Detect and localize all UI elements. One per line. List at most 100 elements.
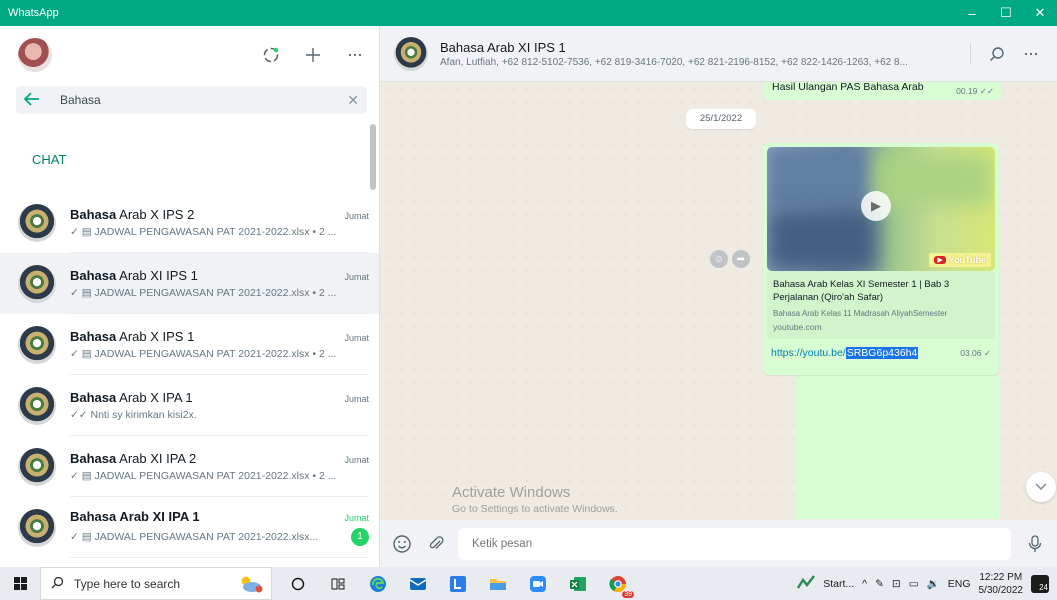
- youtube-logo: ▶ YouTube: [929, 253, 991, 267]
- chat-list-item[interactable]: Bahasa Arab XI IPA 2 Jumat ✓ ▤ JADWAL PENG…: [0, 436, 379, 497]
- group-avatar[interactable]: [394, 36, 428, 71]
- close-window-button[interactable]: ✕: [1023, 0, 1057, 26]
- chat-list-item[interactable]: Bahasa Arab XI IPS 1 Jumat ✓ ▤ JADWAL PENG…: [0, 253, 379, 314]
- chat-avatar[interactable]: [18, 508, 56, 547]
- chat-avatar[interactable]: [18, 203, 56, 242]
- maximize-button[interactable]: ☐: [989, 0, 1023, 26]
- search-icon[interactable]: [985, 42, 1009, 66]
- launcher-icon[interactable]: [444, 571, 472, 597]
- chat-name: Bahasa Arab X IPA 1: [70, 389, 193, 405]
- clock[interactable]: 12:22 PM 5/30/2022: [979, 571, 1024, 597]
- my-avatar[interactable]: [18, 38, 52, 72]
- file-explorer-icon[interactable]: [484, 571, 512, 597]
- chat-avatar[interactable]: [18, 447, 56, 486]
- status-icon[interactable]: [259, 43, 283, 67]
- excel-icon[interactable]: [564, 571, 592, 597]
- search-input[interactable]: [60, 93, 348, 107]
- clock-time: 12:22 PM: [979, 571, 1023, 583]
- chat-name: Bahasa Arab X IPS 1: [70, 328, 195, 344]
- taskbar-search-icon: [51, 576, 64, 592]
- sidebar-scrollbar[interactable]: [370, 124, 376, 190]
- chat-list-item[interactable]: Bahasa Arab X IPS 1 Jumat ✓ ▤ JADWAL PENGA…: [0, 314, 379, 375]
- taskbar-pinned-app-label[interactable]: Start...: [823, 578, 854, 590]
- sidebar: ✕ CHAT Bahasa Arab X IPS 2 Jumat ✓ ▤ JADWA…: [0, 26, 380, 567]
- video-thumbnail[interactable]: ▶ ▶ YouTube: [767, 147, 995, 271]
- tray-chevron-icon[interactable]: ^: [862, 578, 867, 590]
- attach-icon[interactable]: [424, 532, 448, 556]
- chat-list-item[interactable]: Bahasa Arab X IPA 1 Jumat ✓✓ Nnti sy kirim…: [0, 375, 379, 436]
- chat-avatar[interactable]: [18, 325, 56, 364]
- mail-icon[interactable]: [404, 571, 432, 597]
- mic-icon[interactable]: [1023, 532, 1047, 556]
- clear-icon[interactable]: ✕: [347, 92, 359, 109]
- weather-icon[interactable]: [237, 574, 263, 594]
- group-members: Afan, Lutfiah, +62 812-5102-7536, +62 81…: [440, 56, 908, 68]
- activate-windows-watermark: Activate Windows Go to Settings to activ…: [452, 484, 618, 515]
- network-icon[interactable]: ⊡: [892, 578, 901, 590]
- conversation-header[interactable]: Bahasa Arab XI IPS 1 Afan, Lutfiah, +62 …: [380, 26, 1057, 82]
- minimize-button[interactable]: –: [955, 0, 989, 26]
- pen-icon[interactable]: ✎: [875, 578, 884, 590]
- search-box: ✕: [16, 86, 367, 114]
- cortana-icon[interactable]: [284, 571, 312, 597]
- back-arrow-icon[interactable]: [23, 90, 52, 111]
- menu-icon[interactable]: [343, 43, 367, 67]
- chat-name: Bahasa Arab X IPS 2: [70, 206, 195, 222]
- start-button[interactable]: [0, 567, 40, 600]
- chat-avatar[interactable]: [18, 386, 56, 425]
- unread-badge: 1: [351, 527, 369, 546]
- taskbar-search-placeholder: Type here to search: [74, 576, 181, 591]
- scroll-down-icon[interactable]: [1026, 472, 1056, 502]
- chat-time: Jumat: [344, 271, 369, 282]
- youtube-play-icon: ▶: [934, 256, 946, 264]
- title-bar: WhatsApp – ☐ ✕: [0, 0, 1057, 26]
- composer: [380, 520, 1057, 567]
- edge-icon[interactable]: [364, 571, 392, 597]
- message-input[interactable]: [458, 527, 1011, 560]
- chat-preview: ✓ ▤ JADWAL PENGAWASAN PAT 2021-2022.xlsx…: [70, 469, 337, 482]
- chat-name: Bahasa Arab XI IPA 1: [70, 508, 200, 524]
- forward-icon[interactable]: ➦: [732, 250, 750, 268]
- chat-preview: ✓ ▤ JADWAL PENGAWASAN PAT 2021-2022.xlsx…: [70, 347, 337, 360]
- windows-logo-icon: [13, 577, 27, 590]
- chat-name: Bahasa Arab XI IPA 2: [70, 450, 197, 466]
- chat-time: Jumat: [344, 210, 369, 221]
- play-icon[interactable]: ▶: [861, 191, 891, 221]
- sidebar-header: [0, 26, 379, 84]
- react-emoji-icon[interactable]: ☺: [710, 250, 728, 268]
- section-label: CHAT: [32, 152, 67, 167]
- chat-time: Jumat: [344, 393, 369, 404]
- link-preview-title: Bahasa Arab Kelas XI Semester 1 | Bab 3 …: [773, 279, 950, 303]
- emoji-icon[interactable]: [390, 532, 414, 556]
- new-chat-icon[interactable]: [301, 43, 325, 67]
- conversation-menu-icon[interactable]: [1019, 42, 1043, 66]
- previous-message-text: Hasil Ulangan PAS Bahasa Arab: [772, 81, 924, 93]
- taskbar-search[interactable]: Type here to search: [40, 567, 272, 600]
- chat-avatar[interactable]: [18, 264, 56, 303]
- volume-icon[interactable]: 🔉: [927, 577, 940, 590]
- link-preview-domain: youtube.com: [773, 322, 822, 332]
- chat-list-item[interactable]: Bahasa Arab X IPA 2Jumat: [0, 558, 379, 567]
- zoom-icon[interactable]: [524, 571, 552, 597]
- chat-list-item[interactable]: Bahasa Arab XI IPA 1 Jumat ✓ ▤ JADWAL PENG…: [0, 497, 379, 558]
- chrome-icon[interactable]: 39: [604, 571, 634, 598]
- taskbar-pinned-app-icon[interactable]: [797, 575, 816, 592]
- link-message[interactable]: ▶ ▶ YouTube Bahasa Arab Kelas XI Semeste…: [763, 143, 999, 375]
- chat-list-item[interactable]: Bahasa Arab X IPS 2 Jumat ✓ ▤ JADWAL PENGA…: [0, 192, 379, 253]
- notification-icon[interactable]: 24: [1031, 574, 1049, 593]
- chat-time: Jumat: [344, 512, 369, 523]
- link-preview[interactable]: Bahasa Arab Kelas XI Semester 1 | Bab 3 …: [767, 271, 995, 339]
- previous-message-time: 00.19 ✓✓: [956, 86, 994, 96]
- chat-list: Bahasa Arab X IPS 2 Jumat ✓ ▤ JADWAL PENGA…: [0, 192, 379, 567]
- message-link-row: https://youtu.be/SRBG6p436h4 03.06 ✓: [767, 347, 995, 359]
- message-link-selected[interactable]: SRBG6p436h4: [845, 347, 919, 359]
- message-link-prefix[interactable]: https://youtu.be/: [771, 347, 846, 359]
- notification-count: 24: [1039, 582, 1048, 592]
- chat-name: Bahasa Arab XI IPS 1: [70, 267, 198, 283]
- battery-icon[interactable]: ▭: [909, 578, 919, 590]
- app-title: WhatsApp: [8, 7, 59, 19]
- language-indicator[interactable]: ENG: [948, 578, 971, 590]
- chat-preview: ✓ ▤ JADWAL PENGAWASAN PAT 2021-2022.xlsx…: [70, 530, 319, 543]
- task-view-icon[interactable]: [324, 571, 352, 597]
- header-divider: [970, 42, 971, 65]
